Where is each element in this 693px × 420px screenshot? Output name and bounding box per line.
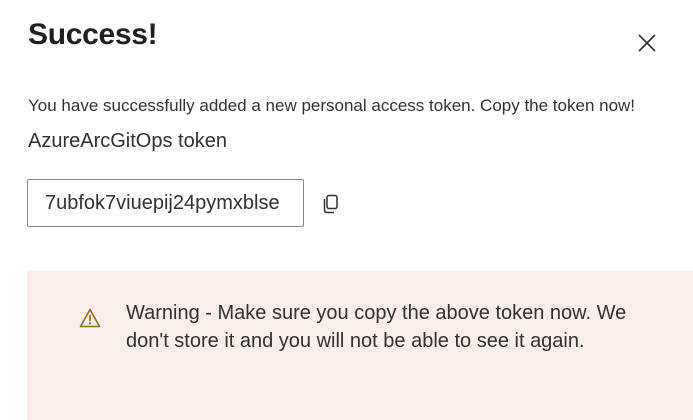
success-message: You have successfully added a new person… — [28, 96, 636, 115]
warning-text: Warning - Make sure you copy the above t… — [126, 302, 627, 352]
success-dialog: Success! You have successfully added a n… — [0, 0, 693, 420]
close-button[interactable] — [632, 28, 662, 58]
warning-message-bar: Warning - Make sure you copy the above t… — [27, 271, 693, 420]
token-name-label: AzureArcGitOps token — [28, 130, 227, 152]
copy-button[interactable] — [318, 191, 344, 217]
token-value-field[interactable] — [27, 179, 304, 227]
close-icon — [638, 34, 656, 52]
dialog-title: Success! — [28, 18, 158, 51]
copy-icon — [323, 194, 338, 214]
warning-triangle-icon — [79, 308, 101, 328]
